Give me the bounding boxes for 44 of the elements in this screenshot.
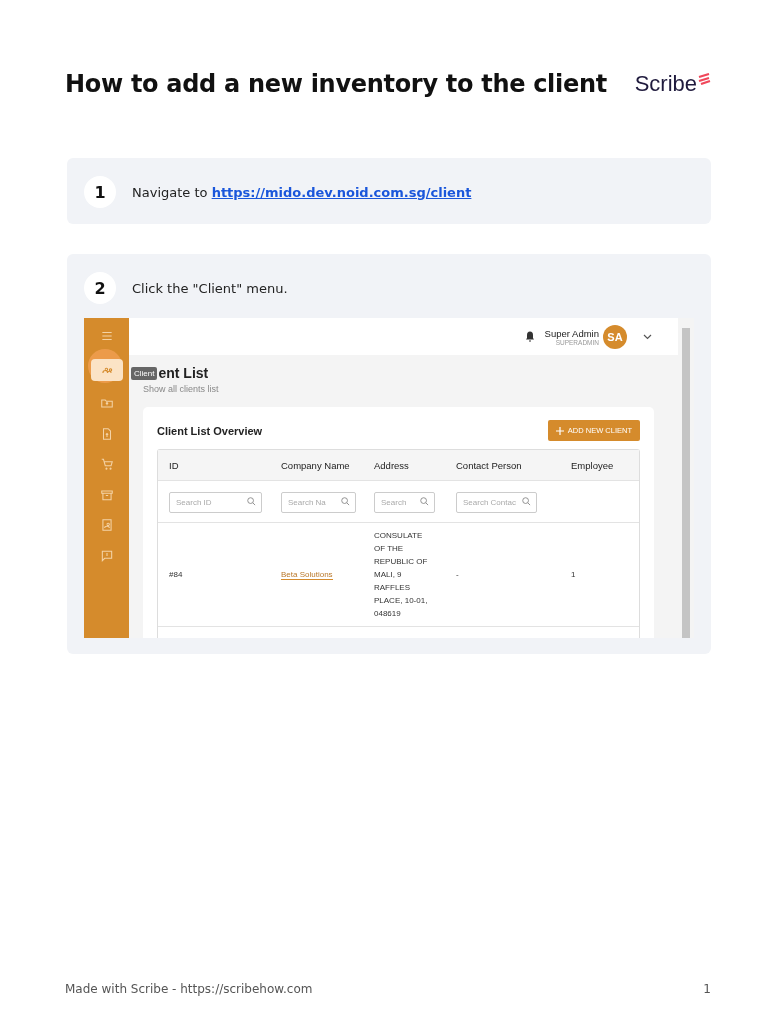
page-title: ent List bbox=[158, 365, 209, 381]
column-header: Employee bbox=[570, 459, 615, 471]
search-field[interactable]: Search ID bbox=[169, 492, 262, 513]
search-field[interactable]: Search Na bbox=[281, 492, 356, 513]
card-title: Client List Overview bbox=[157, 424, 263, 437]
page-subtitle: Show all clients list bbox=[143, 384, 220, 394]
tooltip: Client bbox=[131, 366, 158, 380]
people-icon[interactable] bbox=[90, 358, 123, 381]
search-field[interactable]: Search Contac bbox=[456, 492, 537, 513]
step-number: 1 bbox=[84, 176, 116, 208]
user-avatar[interactable]: SA bbox=[603, 324, 627, 349]
page-number: 1 bbox=[703, 982, 711, 996]
search-icon bbox=[247, 497, 256, 506]
plus-icon bbox=[555, 426, 564, 435]
message-icon[interactable] bbox=[99, 548, 114, 563]
footer-text: Made with Scribe - https://scribehow.com bbox=[65, 982, 313, 996]
bell-icon[interactable] bbox=[524, 331, 535, 342]
column-header: Contact Person bbox=[455, 459, 523, 471]
column-header: Address bbox=[373, 459, 410, 471]
search-field[interactable]: Search bbox=[374, 492, 435, 513]
archive-icon[interactable] bbox=[99, 487, 114, 502]
cart-icon[interactable] bbox=[99, 457, 114, 471]
search-icon bbox=[420, 497, 429, 506]
folder-icon[interactable] bbox=[99, 396, 114, 410]
step-instruction: Navigate to https://mido.dev.noid.com.sg/client bbox=[132, 184, 472, 200]
contact-card-icon[interactable] bbox=[99, 518, 114, 532]
table-cell-text: - bbox=[455, 570, 460, 579]
table-cell-text: 1 bbox=[570, 570, 577, 579]
stripes-icon bbox=[697, 73, 711, 85]
user-name: Super Admin bbox=[544, 327, 599, 339]
column-header: ID bbox=[168, 459, 180, 471]
company-link[interactable]: Beta Solutions bbox=[281, 570, 333, 580]
table-cell-text: #84 bbox=[168, 570, 184, 579]
link[interactable]: https://mido.dev.noid.com.sg/client bbox=[211, 184, 472, 200]
search-icon bbox=[341, 497, 350, 506]
table-cell-text: CONSULATE OF THE REPUBLIC OF MALI, 9 RAFFLES PLACE, 10-01, 048619 bbox=[373, 530, 429, 620]
scribe-logo: Scribe bbox=[634, 71, 697, 97]
document-title: How to add a new inventory to the client bbox=[65, 70, 607, 98]
step-number: 2 bbox=[84, 272, 116, 304]
menu-icon[interactable] bbox=[99, 329, 114, 343]
search-icon bbox=[522, 497, 531, 506]
step-instruction: Click the "Client" menu. bbox=[132, 280, 288, 296]
column-header: Company Name bbox=[280, 459, 351, 471]
chevron-down-icon[interactable] bbox=[643, 333, 652, 340]
